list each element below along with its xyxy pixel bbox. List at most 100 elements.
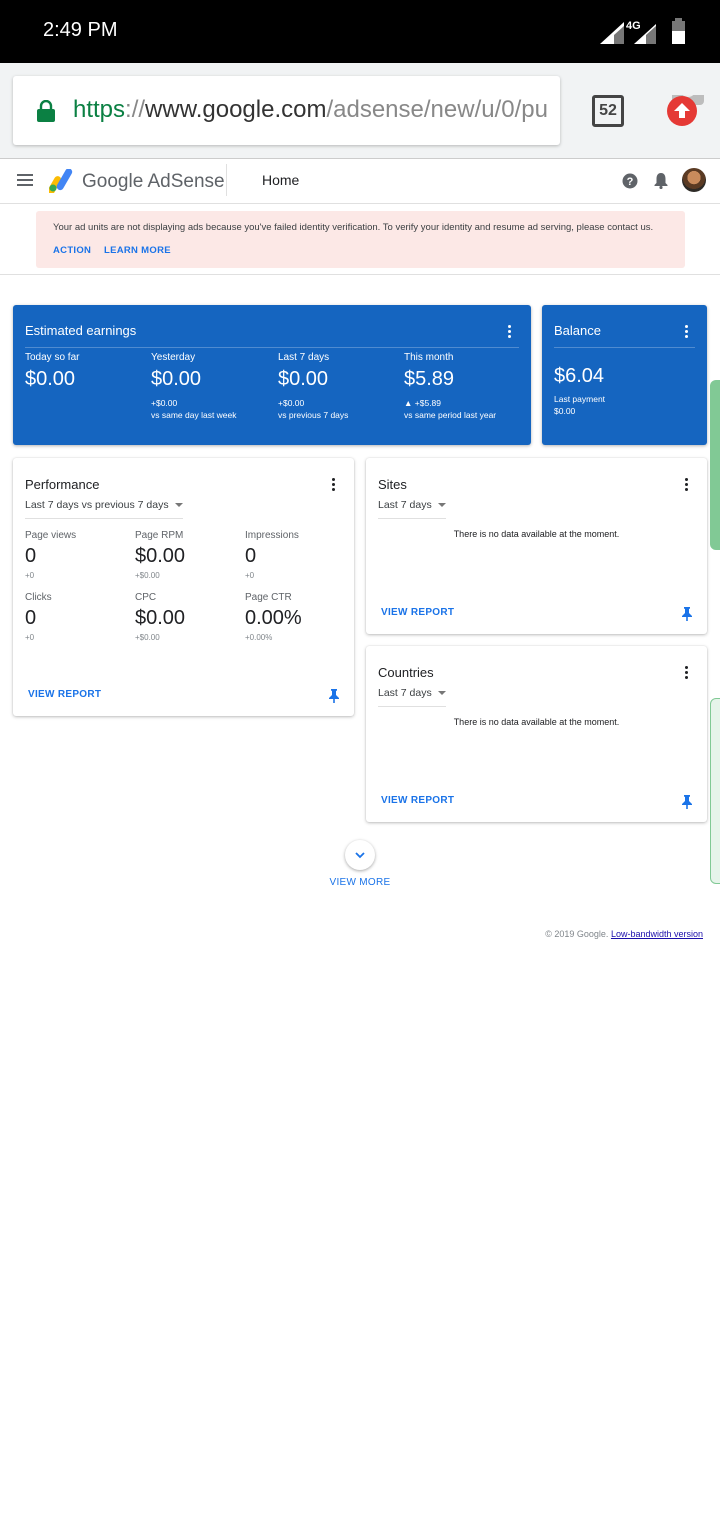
low-bandwidth-link[interactable]: Low-bandwidth version <box>611 929 703 939</box>
metric-label: Page views <box>25 530 77 541</box>
last-payment-value: $0.00 <box>554 406 576 416</box>
url-path: /adsense/new/u/0/pu <box>326 96 548 123</box>
header-divider <box>226 164 227 196</box>
battery-icon <box>672 18 685 44</box>
earnings-yesterday: Yesterday $0.00 +$0.00 vs same day last w… <box>151 352 237 421</box>
countries-range-dropdown[interactable]: Last 7 days <box>378 687 446 707</box>
sites-view-report-link[interactable]: VIEW REPORT <box>381 607 454 618</box>
alert-learn-more-link[interactable]: LEARN MORE <box>104 245 171 256</box>
countries-range-label: Last 7 days <box>378 687 432 699</box>
performance-more-icon[interactable] <box>332 478 336 492</box>
metric-label: Impressions <box>245 530 299 541</box>
pin-icon[interactable] <box>681 795 693 809</box>
metric-value: 0.00% <box>245 607 302 629</box>
metric-value: 0 <box>245 545 257 567</box>
earnings-last7: Last 7 days $0.00 +$0.00 vs previous 7 da… <box>278 352 348 421</box>
account-avatar[interactable] <box>682 168 706 192</box>
balance-divider <box>554 347 695 348</box>
earnings-last7-delta: +$0.00 <box>278 398 305 408</box>
earnings-yesterday-delta: +$0.00 <box>151 398 178 408</box>
metric-delta: +0 <box>25 633 35 642</box>
app-header: Google AdSense Home ? <box>0 160 720 204</box>
footer: © 2019 Google. Low-bandwidth version <box>545 929 703 939</box>
chevron-down-icon <box>355 852 365 859</box>
url-scheme: https <box>73 96 126 123</box>
sites-card: Sites Last 7 days There is no data avail… <box>366 458 707 634</box>
performance-view-report-link[interactable]: VIEW REPORT <box>28 689 101 700</box>
performance-title: Performance <box>25 477 100 492</box>
performance-card: Performance Last 7 days vs previous 7 da… <box>13 458 354 716</box>
earnings-month-label: This month <box>404 352 454 363</box>
metric-delta: +0.00% <box>245 633 273 642</box>
menu-icon[interactable] <box>17 174 33 188</box>
view-more-link[interactable]: VIEW MORE <box>300 877 420 888</box>
sites-range-dropdown[interactable]: Last 7 days <box>378 499 446 519</box>
metric-label: Clicks <box>25 592 52 603</box>
metric-delta: +$0.00 <box>135 571 160 580</box>
last-payment-label: Last payment <box>554 394 606 404</box>
sites-range-label: Last 7 days <box>378 499 432 511</box>
status-time: 2:49 PM <box>43 19 118 41</box>
url-text[interactable]: https://www.google.com/adsense/new/u/0/p… <box>73 96 548 124</box>
adsense-logo-icon <box>49 169 73 193</box>
earnings-last7-value: $0.00 <box>278 368 329 390</box>
metric-page-ctr: Page CTR 0.00% +0.00% <box>245 592 302 642</box>
metric-value: $0.00 <box>135 607 186 629</box>
dropdown-caret-icon <box>174 503 183 508</box>
verification-alert-banner: Your ad units are not displaying ads bec… <box>36 211 685 268</box>
dropdown-caret-icon <box>437 691 446 696</box>
earnings-last7-label: Last 7 days <box>278 352 330 363</box>
tab-switcher-button[interactable]: 52 <box>592 95 624 127</box>
alert-action-link[interactable]: ACTION <box>53 245 91 256</box>
sites-empty-message: There is no data available at the moment… <box>453 529 620 539</box>
section-divider <box>0 274 720 275</box>
help-icon[interactable]: ? <box>622 173 638 189</box>
countries-card: Countries Last 7 days There is no data a… <box>366 646 707 822</box>
sites-more-icon[interactable] <box>685 478 689 492</box>
pin-icon[interactable] <box>328 689 340 703</box>
metric-label: CPC <box>135 592 157 603</box>
metric-delta: +0 <box>245 571 255 580</box>
edge-panel-handle-2[interactable] <box>710 698 720 884</box>
browser-toolbar: https://www.google.com/adsense/new/u/0/p… <box>0 63 720 159</box>
url-bar[interactable]: https://www.google.com/adsense/new/u/0/p… <box>13 76 560 145</box>
earnings-last7-note: vs previous 7 days <box>278 410 349 420</box>
earnings-yesterday-note: vs same day last week <box>151 410 237 420</box>
earnings-yesterday-label: Yesterday <box>151 352 196 363</box>
performance-range-dropdown[interactable]: Last 7 days vs previous 7 days <box>25 499 183 519</box>
metric-delta: +0 <box>25 571 35 580</box>
status-icons: 4G <box>600 18 685 44</box>
balance-more-icon[interactable] <box>685 325 689 339</box>
lock-icon <box>37 100 55 122</box>
nav-home[interactable]: Home <box>262 172 299 188</box>
earnings-title: Estimated earnings <box>25 323 137 338</box>
countries-more-icon[interactable] <box>685 666 689 680</box>
pin-icon[interactable] <box>681 607 693 621</box>
brand-name: Google AdSense <box>82 171 225 192</box>
notifications-bell-icon[interactable] <box>654 172 668 189</box>
earnings-more-icon[interactable] <box>508 325 512 339</box>
balance-value: $6.04 <box>554 365 605 387</box>
earnings-today-value: $0.00 <box>25 368 76 390</box>
update-badge-icon[interactable] <box>666 95 704 133</box>
metric-clicks: Clicks 0 +0 <box>25 592 52 642</box>
network-type-label: 4G <box>626 20 641 32</box>
earnings-month-delta: ▲ +$5.89 <box>404 398 442 408</box>
view-more-button[interactable] <box>345 840 375 870</box>
balance-card[interactable]: Balance $6.04 Last payment $0.00 <box>542 305 707 445</box>
svg-text:?: ? <box>627 176 634 188</box>
countries-view-report-link[interactable]: VIEW REPORT <box>381 795 454 806</box>
performance-range-label: Last 7 days vs previous 7 days <box>25 499 169 511</box>
earnings-month-value: $5.89 <box>404 368 455 390</box>
metric-label: Page RPM <box>135 530 184 541</box>
earnings-today: Today so far $0.00 <box>25 352 79 391</box>
alert-message: Your ad units are not displaying ads bec… <box>53 222 654 233</box>
earnings-yesterday-value: $0.00 <box>151 368 202 390</box>
earnings-month-note: vs same period last year <box>404 410 497 420</box>
countries-empty-message: There is no data available at the moment… <box>453 717 620 727</box>
metric-delta: +$0.00 <box>135 633 160 642</box>
edge-panel-handle[interactable] <box>710 380 720 550</box>
estimated-earnings-card[interactable]: Estimated earnings Today so far $0.00 Ye… <box>13 305 531 445</box>
metric-value: 0 <box>25 607 37 629</box>
sites-title: Sites <box>378 477 407 492</box>
